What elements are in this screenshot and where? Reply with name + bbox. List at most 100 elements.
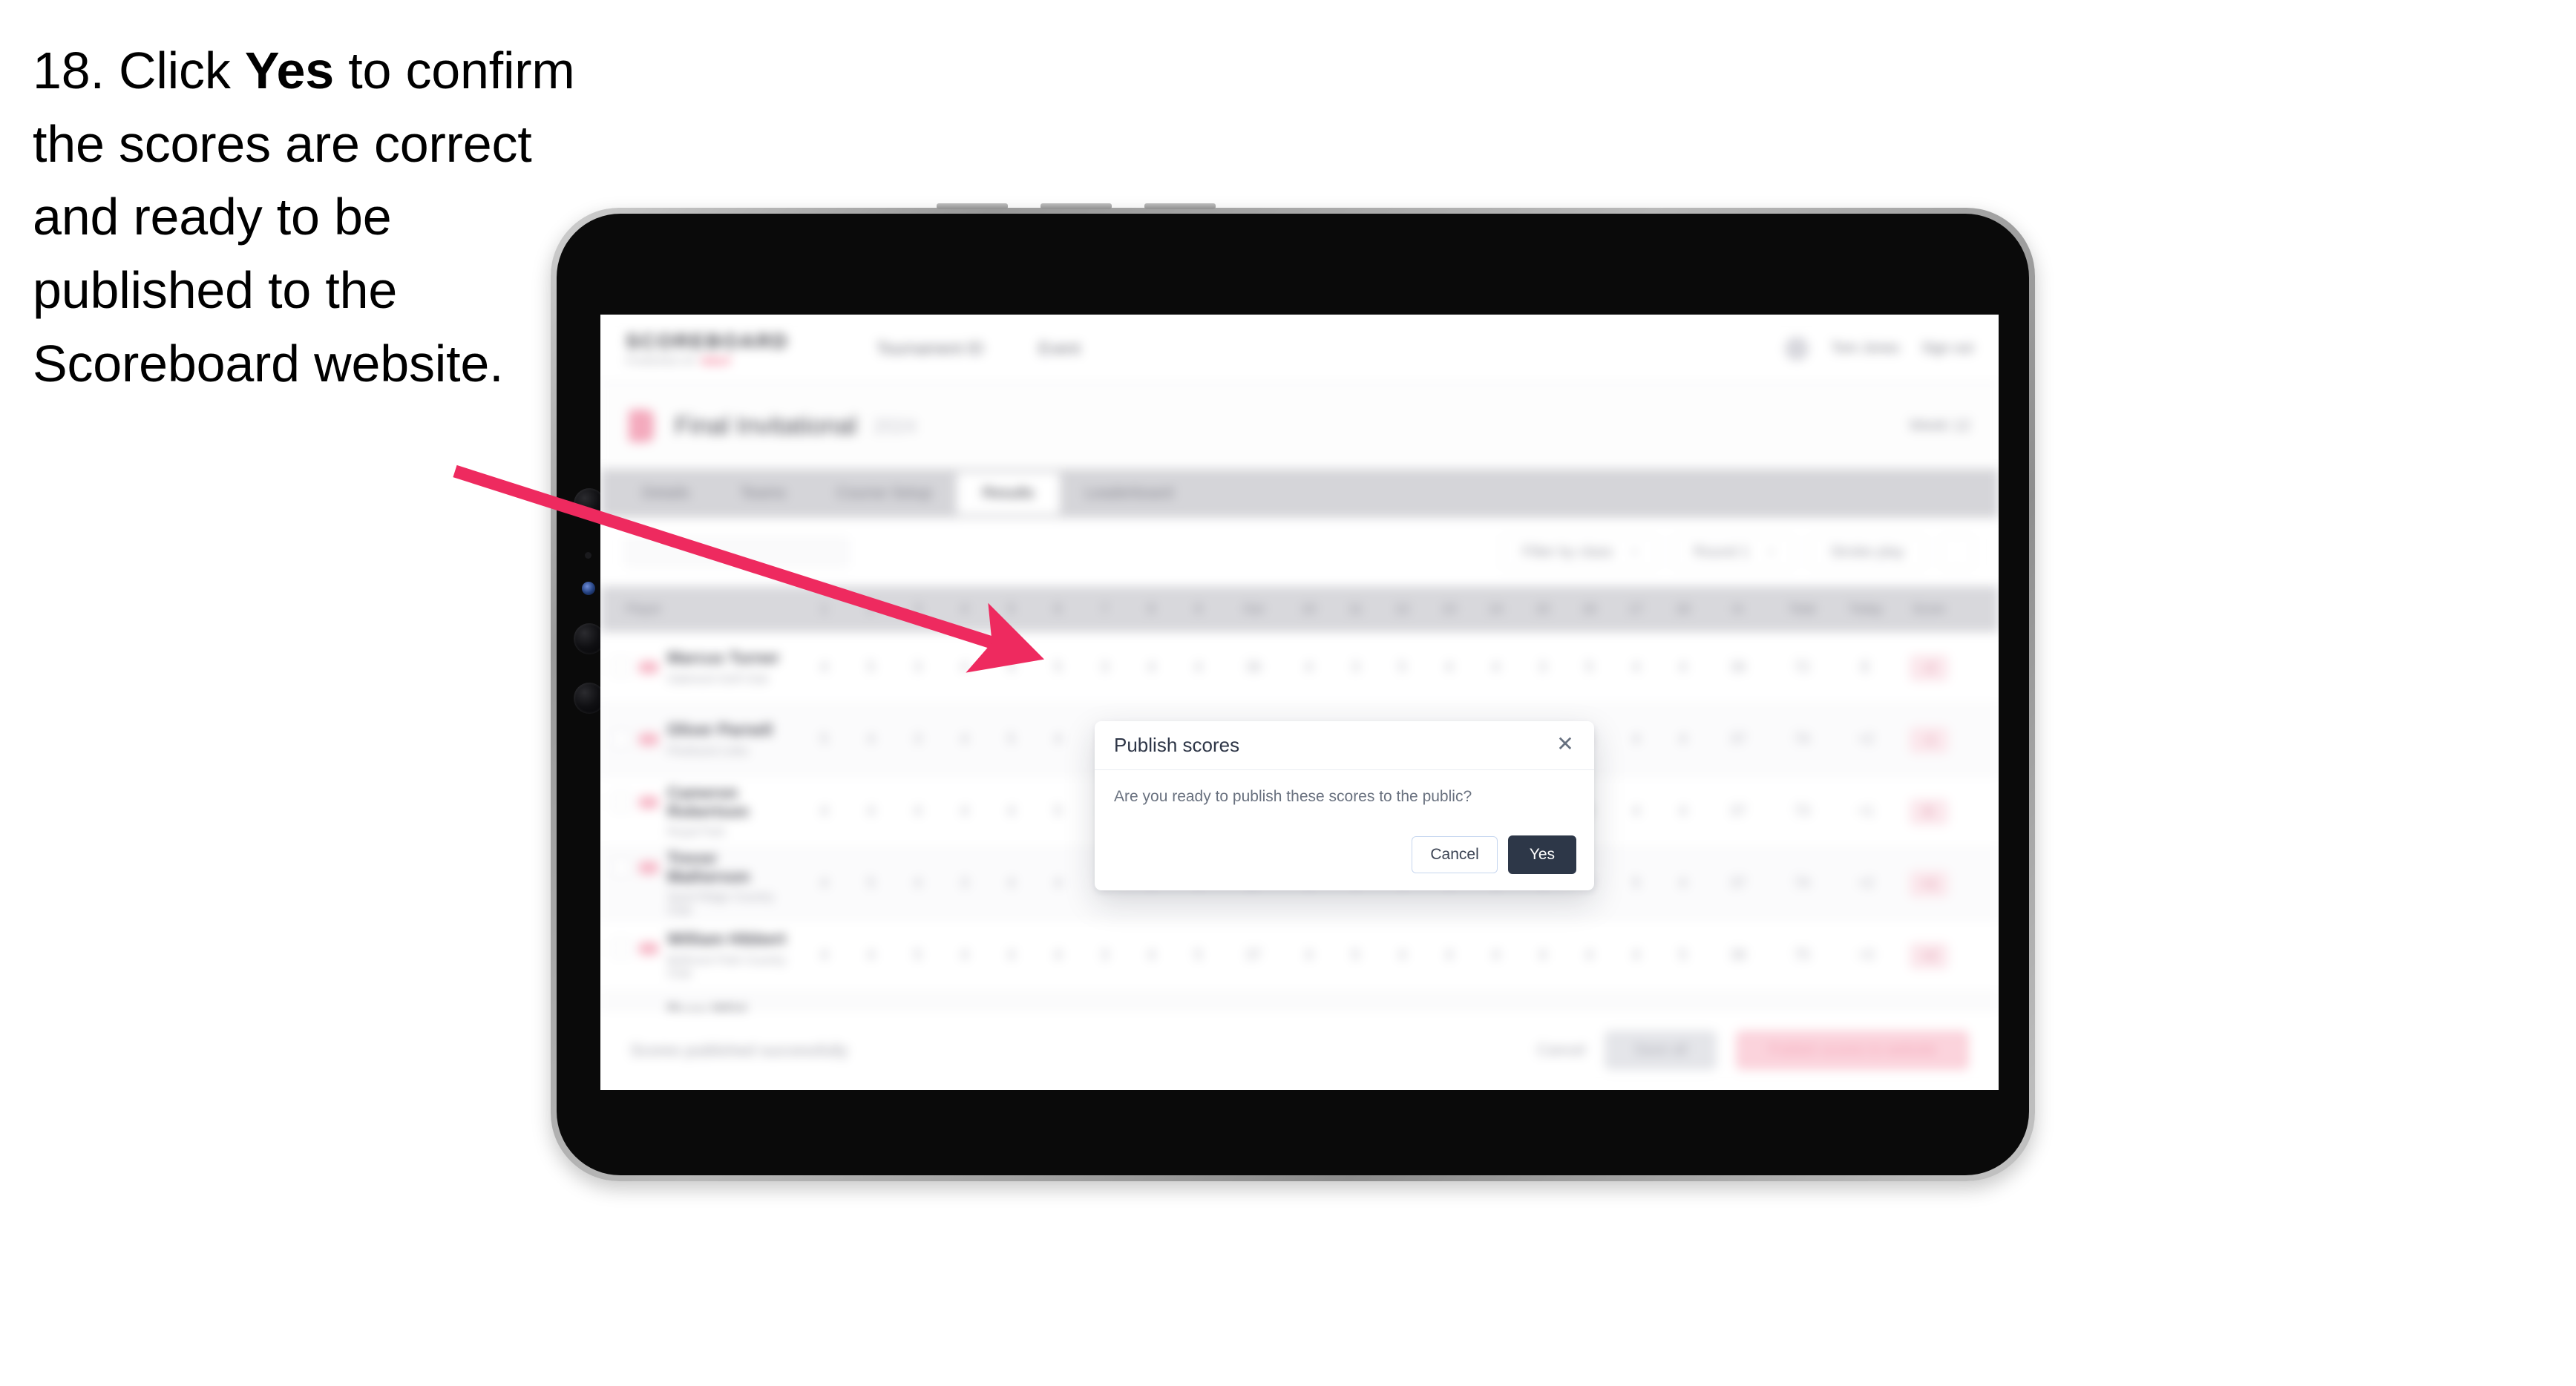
filter-round-dropdown[interactable]: Round 1 ▾ [1673, 535, 1794, 569]
gross-total[interactable]: 73 [1770, 804, 1834, 820]
yes-button[interactable]: Yes [1507, 835, 1576, 874]
hole-score-8[interactable]: 4 [1128, 947, 1175, 964]
hole-score-3[interactable]: 4 [894, 876, 941, 892]
hole-score-18[interactable]: 4 [1659, 732, 1706, 748]
close-icon[interactable]: ✕ [1553, 732, 1578, 757]
hole-score-11[interactable]: 3 [1332, 660, 1379, 676]
tab-details[interactable]: Details [617, 469, 715, 518]
hole-score-5[interactable]: 4 [988, 876, 1035, 892]
hole-score-5[interactable]: 4 [988, 804, 1035, 820]
hole-score-6[interactable]: 4 [1035, 947, 1081, 964]
hole-score-5[interactable]: 4 [988, 660, 1035, 676]
hole-score-17[interactable]: 4 [1613, 660, 1659, 676]
nav-link-tournament[interactable]: Tournament ID [876, 339, 983, 358]
hole-score-3[interactable]: 5 [894, 947, 941, 964]
hole-score-18[interactable]: 5 [1659, 947, 1706, 964]
today-score[interactable]: +2 [1834, 732, 1898, 748]
hole-score-14[interactable]: 4 [1472, 660, 1519, 676]
row-checkbox[interactable] [612, 730, 630, 749]
hole-score-3[interactable]: 3 [894, 660, 941, 676]
hole-score-1[interactable]: 4 [801, 660, 848, 676]
out-total[interactable]: 36 [1222, 660, 1285, 676]
today-score[interactable]: +2 [1834, 876, 1898, 892]
hole-score-17[interactable]: 4 [1613, 804, 1659, 820]
hole-score-18[interactable]: 4 [1659, 660, 1706, 676]
hole-score-15[interactable]: 4 [1519, 947, 1566, 964]
hole-score-10[interactable]: 4 [1285, 660, 1332, 676]
row-checkbox[interactable] [612, 658, 630, 677]
nav-user-label[interactable]: Tom Jones [1831, 341, 1899, 357]
in-total[interactable]: 37 [1706, 876, 1770, 892]
hole-score-5[interactable]: 5 [988, 732, 1035, 748]
volume-up-button[interactable] [937, 203, 1008, 209]
filter-format-dropdown[interactable]: Stroke play [1809, 535, 1924, 569]
tab-teams[interactable]: Teams [715, 469, 811, 518]
tab-leaderboard[interactable]: Leaderboard [1060, 469, 1199, 518]
hole-score-12[interactable]: 5 [1379, 660, 1426, 676]
today-score[interactable]: E [1834, 660, 1898, 676]
hole-score-17[interactable]: 5 [1613, 876, 1659, 892]
in-total[interactable]: 37 [1706, 732, 1770, 748]
hole-score-15[interactable]: 3 [1519, 660, 1566, 676]
row-checkbox[interactable] [612, 792, 630, 811]
hole-score-4[interactable]: 4 [941, 804, 988, 820]
hole-score-18[interactable]: 4 [1659, 804, 1706, 820]
gross-total[interactable]: 72 [1770, 660, 1834, 676]
nav-signout-link[interactable]: Sign out [1921, 341, 1973, 357]
hole-score-1[interactable]: 5 [801, 732, 848, 748]
hole-score-2[interactable]: 5 [848, 876, 894, 892]
hole-score-5[interactable]: 4 [988, 947, 1035, 964]
today-score[interactable]: +3 [1834, 947, 1898, 964]
hole-score-17[interactable]: 4 [1613, 732, 1659, 748]
gross-total[interactable]: 74 [1770, 876, 1834, 892]
hole-score-14[interactable]: 4 [1472, 947, 1519, 964]
row-checkbox[interactable] [612, 858, 630, 876]
hole-score-13[interactable]: 4 [1426, 660, 1472, 676]
hole-score-18[interactable]: 4 [1659, 876, 1706, 892]
tab-results[interactable]: Results [957, 473, 1060, 514]
hole-score-4[interactable]: 4 [941, 947, 988, 964]
hole-score-6[interactable]: 4 [1035, 732, 1081, 748]
hole-score-16[interactable]: 4 [1566, 947, 1613, 964]
hole-score-4[interactable]: 4 [941, 660, 988, 676]
gross-total[interactable]: 75 [1770, 947, 1834, 964]
hole-score-2[interactable]: 4 [848, 947, 894, 964]
hole-score-4[interactable]: 4 [941, 732, 988, 748]
footer-cancel-link[interactable]: Cancel [1537, 1042, 1585, 1060]
hole-score-1[interactable]: 4 [801, 876, 848, 892]
hole-score-9[interactable]: 4 [1175, 660, 1222, 676]
brand-logo[interactable]: SCOREBOARD POWERED BY GOLF [626, 330, 789, 367]
hole-score-3[interactable]: 4 [894, 804, 941, 820]
hole-score-1[interactable]: 4 [801, 804, 848, 820]
hole-score-16[interactable]: 5 [1566, 660, 1613, 676]
row-checkbox[interactable] [612, 939, 630, 958]
hole-score-6[interactable]: 5 [1035, 660, 1081, 676]
hole-score-11[interactable]: 5 [1332, 947, 1379, 964]
hole-score-2[interactable]: 5 [848, 660, 894, 676]
hole-score-2[interactable]: 4 [848, 732, 894, 748]
nav-link-event[interactable]: Event [1038, 339, 1080, 358]
in-total[interactable]: 36 [1706, 660, 1770, 676]
tab-course-setup[interactable]: Course Setup [811, 469, 957, 518]
hole-score-4[interactable]: 3 [941, 876, 988, 892]
hole-score-17[interactable]: 4 [1613, 947, 1659, 964]
table-row[interactable]: Ryan WildKingsmere Golf Academy544454444… [600, 992, 1999, 1010]
hole-score-13[interactable]: 4 [1426, 947, 1472, 964]
hole-score-6[interactable]: 5 [1035, 804, 1081, 820]
table-row[interactable]: William Hibbert Bellmont Park Country Clu… [600, 920, 1999, 992]
gross-total[interactable]: 74 [1770, 732, 1834, 748]
hole-score-10[interactable]: 4 [1285, 947, 1332, 964]
search-input[interactable] [626, 537, 848, 567]
footer-publish-button[interactable]: Publish scores to website [1736, 1031, 1969, 1070]
today-score[interactable]: +1 [1834, 804, 1898, 820]
volume-down-button[interactable] [1040, 203, 1112, 209]
hole-score-3[interactable]: 3 [894, 732, 941, 748]
in-total[interactable]: 37 [1706, 804, 1770, 820]
footer-save-button[interactable]: Save all [1605, 1031, 1717, 1070]
hole-score-7[interactable]: 3 [1081, 660, 1128, 676]
avatar[interactable] [1785, 336, 1809, 361]
hole-score-7[interactable]: 3 [1081, 947, 1128, 964]
settings-icon[interactable] [1941, 536, 1973, 568]
hole-score-1[interactable]: 4 [801, 947, 848, 964]
hole-score-9[interactable]: 5 [1175, 947, 1222, 964]
